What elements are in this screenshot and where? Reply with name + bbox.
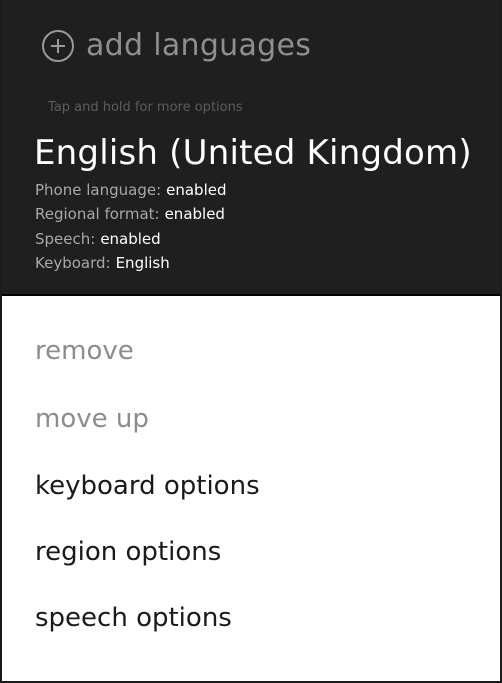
menu-item-speech-options[interactable]: speech options bbox=[35, 603, 232, 633]
detail-value: enabled bbox=[164, 205, 225, 223]
hint-text: Tap and hold for more options bbox=[48, 100, 243, 115]
detail-label: Regional format: bbox=[35, 205, 160, 223]
detail-label: Speech: bbox=[35, 230, 96, 248]
add-languages-button[interactable]: add languages bbox=[42, 28, 311, 63]
detail-value: enabled bbox=[166, 181, 227, 199]
add-languages-label: add languages bbox=[86, 28, 312, 63]
menu-item-move-up[interactable]: move up bbox=[35, 404, 149, 434]
plus-circle-icon bbox=[42, 29, 74, 62]
language-item-title[interactable]: English (United Kingdom) bbox=[34, 133, 472, 173]
language-list-panel: add languages Tap and hold for more opti… bbox=[2, 0, 500, 296]
detail-label: Keyboard: bbox=[35, 254, 111, 272]
detail-label: Phone language: bbox=[35, 181, 162, 199]
detail-value: English bbox=[115, 254, 170, 272]
regional-format-detail: Regional format: enabled bbox=[35, 205, 225, 223]
menu-item-keyboard-options[interactable]: keyboard options bbox=[35, 471, 260, 501]
keyboard-detail: Keyboard: English bbox=[35, 254, 170, 272]
speech-detail: Speech: enabled bbox=[35, 230, 161, 248]
menu-item-region-options[interactable]: region options bbox=[35, 537, 221, 567]
language-settings-screen: add languages Tap and hold for more opti… bbox=[0, 0, 502, 683]
menu-item-remove[interactable]: remove bbox=[35, 336, 134, 366]
phone-language-detail: Phone language: enabled bbox=[35, 181, 227, 199]
detail-value: enabled bbox=[100, 230, 161, 248]
